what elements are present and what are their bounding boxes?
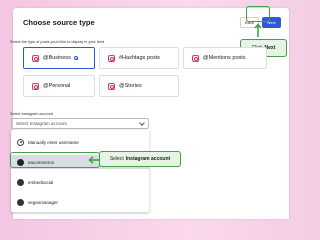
dropdown-item-manual[interactable]: Manually enter username (11, 135, 149, 149)
source-card-label: @Personal (43, 83, 71, 89)
source-card-label: @Stories (119, 83, 142, 89)
source-card-business[interactable]: @Business (23, 47, 95, 69)
dropdown-item-label: Manually enter username (28, 139, 79, 145)
account-dropdown: Manually enter username eacommerce embed… (11, 130, 149, 212)
select-placeholder: Select Instagram account (16, 121, 67, 126)
user-icon (17, 138, 24, 146)
account-avatar (17, 198, 24, 206)
modal-title: Choose source type (23, 18, 95, 27)
instagram-account-select[interactable]: Select Instagram account (11, 118, 149, 129)
dropdown-item-label: embedsocial (28, 179, 54, 185)
source-card-hashtags[interactable]: #Hashtags posts (99, 47, 179, 69)
source-card-label: @Mentions posts (203, 55, 246, 61)
source-card-mentions[interactable]: @Mentions posts (183, 47, 267, 69)
select-account-callout: Select Instagram account (99, 151, 181, 167)
instagram-icon (32, 54, 39, 62)
source-card-personal[interactable]: @Personal (23, 75, 95, 97)
chevron-down-icon (139, 120, 145, 126)
callout-account-bold: Instagram account (125, 156, 171, 162)
dropdown-item-veganmanager[interactable]: veganmanager (11, 195, 149, 209)
source-type-subtitle: Select the type of posts you'd like to d… (10, 40, 105, 44)
source-card-stories[interactable]: @Stories (99, 75, 179, 97)
dropdown-item-label: veganmanager (28, 199, 59, 205)
dropdown-item-embedsocial[interactable]: embedsocial (11, 175, 149, 189)
instagram-icon (32, 82, 39, 90)
account-avatar (17, 178, 24, 186)
account-item-highlight (10, 152, 100, 168)
account-select-label: Select Instagram account (10, 112, 53, 116)
callout-account-prefix: Select (109, 156, 124, 162)
next-button-highlight (246, 6, 270, 22)
radio-selected-icon (73, 56, 78, 60)
source-card-label: @Business (43, 55, 71, 61)
instagram-icon (192, 54, 199, 62)
instagram-icon (108, 82, 115, 90)
source-card-label: #Hashtags posts (119, 55, 160, 61)
instagram-icon (108, 54, 115, 62)
arrow-up-icon (254, 23, 262, 37)
